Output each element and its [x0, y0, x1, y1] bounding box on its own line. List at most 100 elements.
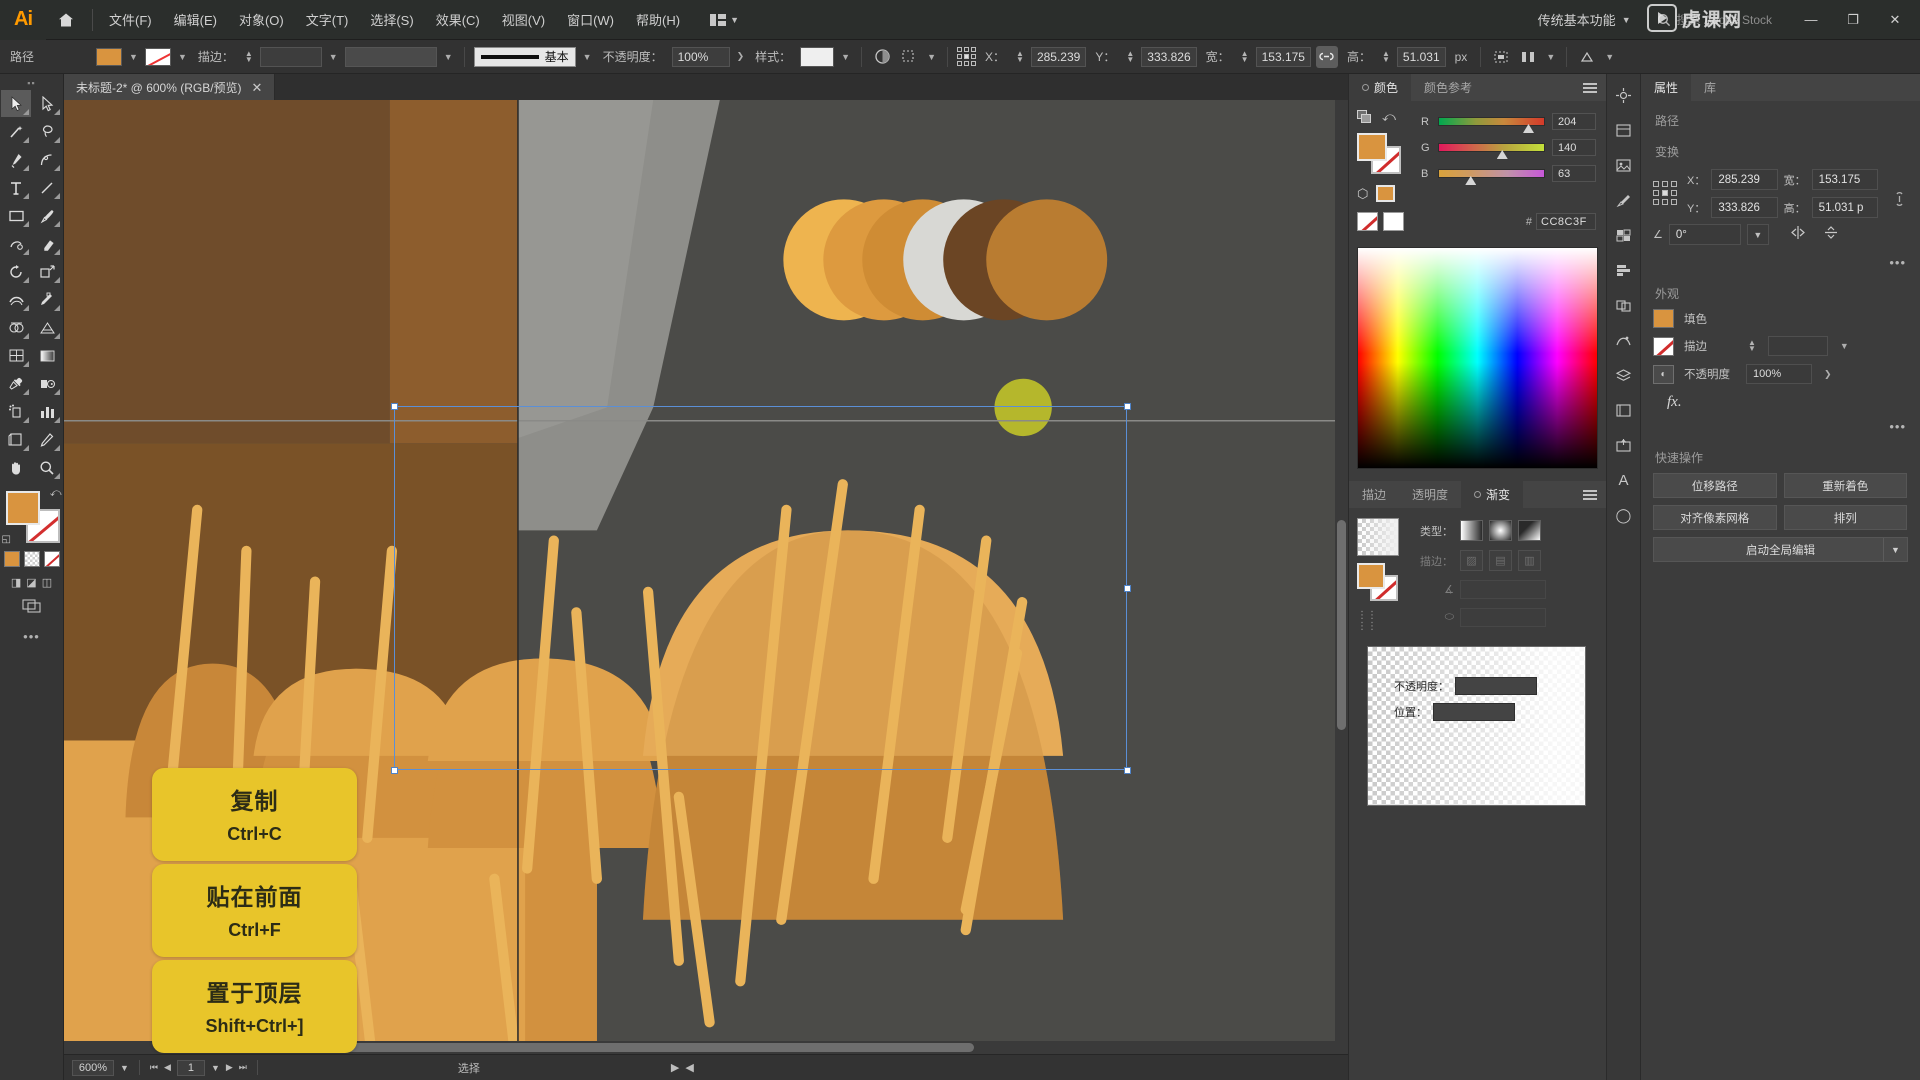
transform-x-input[interactable]: 285.239 — [1711, 169, 1778, 190]
distribute-icon[interactable] — [1517, 46, 1539, 68]
h-stepper[interactable]: ▲ ▼ — [1380, 49, 1392, 63]
last-page-icon[interactable]: ⏭ — [239, 1062, 247, 1073]
hand-tool[interactable] — [1, 454, 31, 481]
fill-color-swatch[interactable] — [96, 47, 123, 66]
panel-menu-icon[interactable] — [1574, 74, 1606, 101]
chevron-down-icon[interactable]: ▼ — [839, 52, 852, 62]
swap-fill-stroke-icon[interactable]: ⤺ — [1382, 109, 1396, 125]
panel-grip[interactable]: ▪▪ — [27, 78, 35, 90]
panel-tab-stroke[interactable]: 描边 — [1349, 481, 1399, 508]
w-stepper[interactable]: ▲ ▼ — [1239, 49, 1251, 63]
gradient-location-input[interactable] — [1433, 703, 1515, 721]
panel-tab-properties[interactable]: 属性 — [1641, 74, 1692, 101]
hex-input[interactable]: CC8C3F — [1536, 213, 1596, 230]
align-panel-icon[interactable] — [1611, 259, 1637, 281]
chevron-down-icon[interactable]: ▼ — [127, 52, 140, 62]
scale-tool[interactable] — [32, 258, 62, 285]
offset-path-button[interactable]: 位移路径 — [1653, 473, 1777, 498]
menu-edit[interactable]: 编辑(E) — [164, 4, 227, 35]
selection-handle-tr[interactable] — [1124, 403, 1131, 410]
menu-window[interactable]: 窗口(W) — [557, 4, 624, 35]
reference-point-selector[interactable] — [1653, 181, 1677, 218]
asset-export-panel-icon[interactable] — [1611, 434, 1637, 456]
pen-tool[interactable] — [1, 146, 31, 173]
lock-proportions-icon[interactable] — [1315, 45, 1338, 68]
menu-file[interactable]: 文件(F) — [99, 4, 162, 35]
panel-menu-icon[interactable] — [1574, 481, 1606, 508]
perspective-grid-tool[interactable] — [32, 314, 62, 341]
artboard-tool[interactable] — [1, 426, 31, 453]
blend-tool[interactable] — [32, 370, 62, 397]
image-trace-panel-icon[interactable] — [1611, 329, 1637, 351]
selection-tool[interactable] — [1, 90, 31, 117]
gradient-slider-box[interactable]: 不透明度： 位置： — [1367, 646, 1586, 806]
draw-normal-icon[interactable]: ◨ — [11, 576, 21, 589]
flip-vertical-icon[interactable] — [1823, 225, 1839, 245]
chevron-down-icon[interactable]: ▼ — [176, 52, 189, 62]
rectangle-tool[interactable] — [1, 202, 31, 229]
brush-definition-select[interactable]: 基本 — [473, 46, 576, 67]
type-tool[interactable] — [1, 174, 31, 201]
zoom-tool[interactable] — [32, 454, 62, 481]
width-tool[interactable] — [1, 286, 31, 313]
gradient-type-freeform-button[interactable] — [1518, 520, 1541, 541]
gradient-tool[interactable] — [32, 342, 62, 369]
cc-libraries-icon[interactable] — [1611, 84, 1637, 106]
stroke-weight-input[interactable] — [259, 46, 322, 67]
fill-color-swatch[interactable] — [1357, 563, 1385, 589]
first-page-icon[interactable]: ⏮ — [150, 1062, 158, 1073]
fill-color-swatch[interactable] — [5, 491, 40, 525]
chevron-down-icon[interactable]: ▼ — [120, 1063, 129, 1073]
curvature-tool[interactable] — [32, 146, 62, 173]
artboard-number-input[interactable]: 1 — [176, 1059, 205, 1076]
slider-thumb-g[interactable] — [1496, 150, 1508, 159]
color-cube-icon[interactable]: ⬡ — [1357, 186, 1368, 202]
line-segment-tool[interactable] — [32, 174, 62, 201]
chevron-down-icon[interactable]: ▼ — [581, 52, 594, 62]
panel-tab-libraries[interactable]: 库 — [1691, 74, 1729, 101]
color-fill-button[interactable] — [3, 551, 20, 567]
panel-tab-gradient[interactable]: 渐变 — [1461, 481, 1524, 508]
chevron-down-icon[interactable]: ▼ — [925, 52, 938, 62]
h-input[interactable]: 51.031 — [1396, 46, 1446, 67]
artboards-panel-icon[interactable] — [1611, 399, 1637, 421]
fill-color-swatch[interactable] — [1653, 309, 1674, 328]
chevron-down-icon[interactable]: ▼ — [1883, 538, 1907, 561]
character-panel-icon[interactable]: A — [1611, 469, 1637, 491]
gradient-stroke-across-button[interactable]: ▥ — [1518, 550, 1541, 571]
y-input[interactable]: 333.826 — [1141, 46, 1197, 67]
fill-color-swatch[interactable] — [1357, 133, 1387, 161]
paragraph-panel-icon[interactable]: ◯ — [1611, 504, 1637, 526]
transform-more-options-icon[interactable]: ••• — [1641, 255, 1920, 274]
status-next-icon[interactable]: ▶ — [671, 1061, 679, 1074]
rotate-tool[interactable] — [1, 258, 31, 285]
menu-type[interactable]: 文字(T) — [296, 4, 359, 35]
vertical-scroll-thumb[interactable] — [1337, 520, 1346, 730]
slider-thumb-r[interactable] — [1523, 124, 1534, 133]
draw-behind-icon[interactable]: ◪ — [26, 576, 36, 589]
swap-fill-stroke-icon[interactable]: ⤺ — [50, 487, 62, 500]
none-fill-button[interactable] — [43, 551, 60, 567]
gradient-angle-input[interactable] — [1460, 580, 1546, 599]
flip-horizontal-icon[interactable] — [1789, 225, 1807, 245]
eraser-tool[interactable] — [32, 230, 62, 257]
brushes-panel-icon[interactable] — [1611, 189, 1637, 211]
arrange-documents-button[interactable]: ▼ — [704, 10, 745, 30]
rotation-angle-input[interactable]: 0° — [1668, 224, 1741, 245]
layers-panel-icon[interactable] — [1611, 364, 1637, 386]
w-input[interactable]: 153.175 — [1255, 46, 1311, 67]
transform-w-input[interactable]: 153.175 — [1811, 169, 1878, 190]
shaper-tool[interactable] — [1, 230, 31, 257]
transform-each-icon[interactable] — [1576, 46, 1598, 68]
transform-y-input[interactable]: 333.826 — [1711, 197, 1778, 218]
gradient-aspect-input[interactable] — [1460, 608, 1546, 627]
workspace-switcher[interactable]: 传统基本功能 ▼ — [1530, 6, 1639, 33]
arrange-button[interactable]: 排列 — [1783, 505, 1907, 530]
chevron-down-icon[interactable]: ▼ — [442, 52, 455, 62]
transform-h-input[interactable]: 51.031 p — [1811, 197, 1878, 218]
free-transform-tool[interactable] — [32, 286, 62, 313]
slice-tool[interactable] — [32, 426, 62, 453]
slider-value-b[interactable]: 63 — [1552, 165, 1596, 182]
selection-handle-br[interactable] — [1124, 767, 1131, 774]
stack-icon[interactable] — [1357, 110, 1372, 124]
